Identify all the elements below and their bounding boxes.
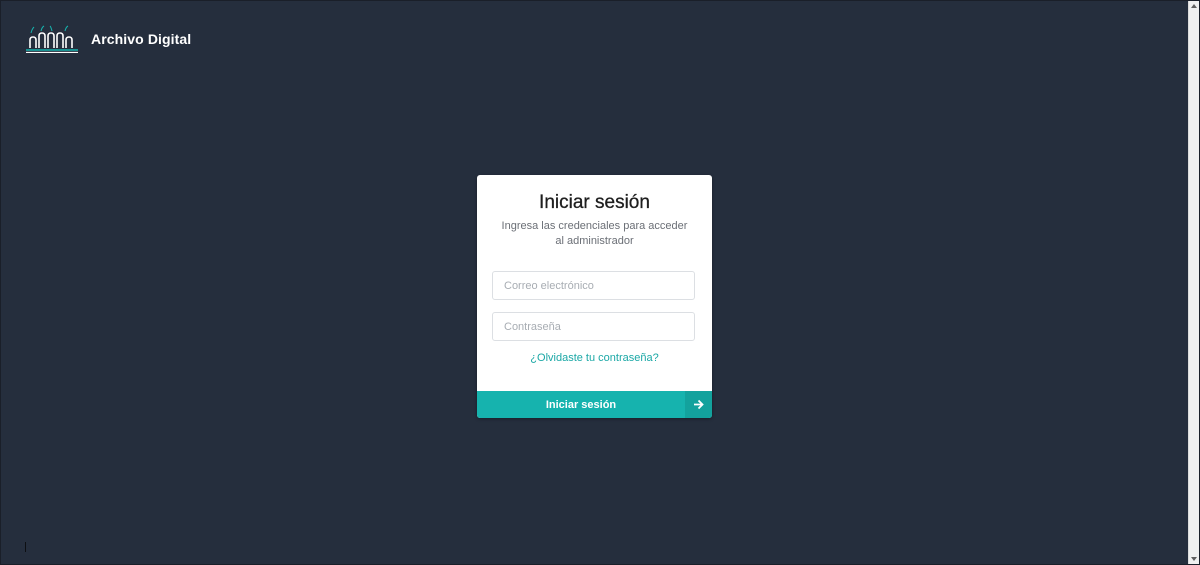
- login-subtitle: Ingresa las credenciales para acceder al…: [501, 220, 688, 247]
- scroll-down-icon[interactable]: [1191, 557, 1197, 561]
- brand-header[interactable]: Archivo Digital: [25, 25, 191, 53]
- login-title: Iniciar sesión: [539, 192, 650, 213]
- login-card: Iniciar sesión Ingresa las credenciales …: [477, 175, 712, 418]
- login-submit-button[interactable]: Iniciar sesión: [477, 391, 712, 418]
- brand-name: Archivo Digital: [91, 31, 192, 47]
- login-submit-label: Iniciar sesión: [545, 398, 617, 411]
- arrow-right-icon: [685, 391, 712, 418]
- archive-buildings-icon: [26, 25, 78, 53]
- forgot-password-link[interactable]: ¿Olvidaste tu contraseña?: [477, 352, 712, 364]
- text-cursor: [25, 542, 26, 552]
- password-field[interactable]: [492, 312, 695, 341]
- scroll-up-icon[interactable]: [1191, 4, 1197, 8]
- email-field[interactable]: [492, 271, 695, 300]
- login-page: Archivo Digital Iniciar sesión Ingresa l…: [0, 0, 1200, 565]
- vertical-scrollbar[interactable]: [1188, 1, 1199, 564]
